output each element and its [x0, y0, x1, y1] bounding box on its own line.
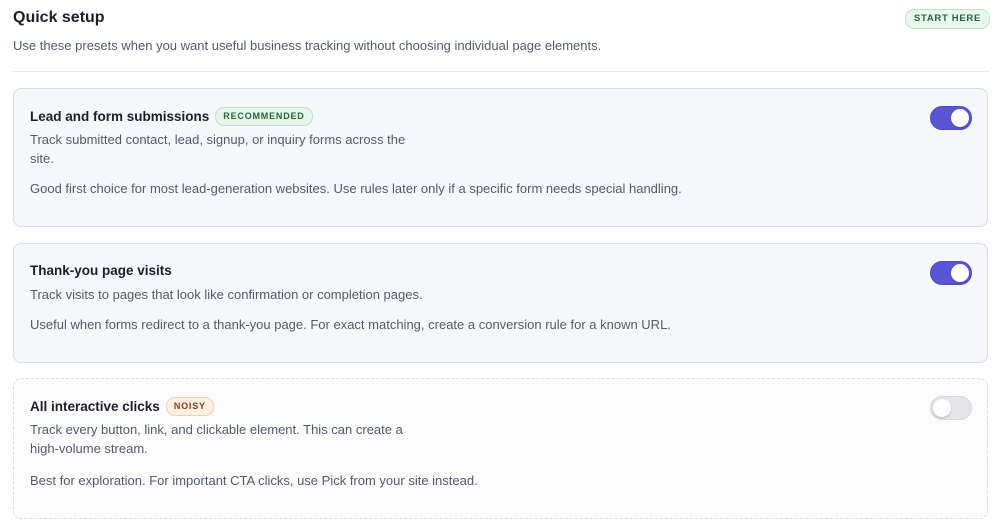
preset-title-row: Thank-you page visits: [30, 262, 172, 280]
toggle-knob: [951, 264, 969, 282]
preset-description-line: high-volume stream.: [30, 441, 148, 456]
preset-title-row: Lead and form submissions RECOMMENDED: [30, 107, 313, 126]
page-subtitle: Use these presets when you want useful b…: [13, 38, 602, 53]
preset-description-line: Track visits to pages that look like con…: [30, 287, 423, 302]
preset-title: Lead and form submissions: [30, 108, 210, 124]
preset-description: Track submitted contact, lead, signup, o…: [30, 130, 405, 168]
preset-title: Thank-you page visits: [30, 263, 172, 278]
preset-title-row: All interactive clicks NOISY: [30, 397, 214, 416]
start-here-badge: START HERE: [905, 9, 990, 29]
preset-description-line: Track submitted contact, lead, signup, o…: [30, 132, 406, 147]
preset-note: Best for exploration. For important CTA …: [30, 473, 478, 488]
preset-description: Track visits to pages that look like con…: [30, 285, 423, 304]
preset-card-thank-you: Thank-you page visits Track visits to pa…: [13, 243, 988, 363]
preset-note: Useful when forms redirect to a thank-yo…: [30, 317, 671, 332]
preset-card-lead-forms: Lead and form submissions RECOMMENDED Tr…: [13, 88, 988, 227]
preset-description-line: Track every button, link, and clickable …: [30, 422, 403, 437]
thank-you-toggle[interactable]: [930, 261, 972, 285]
preset-card-all-clicks: All interactive clicks NOISY Track every…: [13, 378, 988, 519]
all-clicks-toggle[interactable]: [930, 396, 972, 420]
preset-title: All interactive clicks: [30, 398, 160, 414]
header-divider: [13, 71, 990, 72]
page-title: Quick setup: [13, 9, 105, 26]
noisy-badge: NOISY: [165, 397, 214, 416]
toggle-knob: [933, 399, 951, 417]
preset-note: Good first choice for most lead-generati…: [30, 181, 682, 196]
preset-description: Track every button, link, and clickable …: [30, 420, 403, 458]
quick-setup-header: Quick setup START HERE Use these presets…: [13, 8, 990, 55]
preset-description-line: site.: [30, 151, 54, 166]
recommended-badge: RECOMMENDED: [215, 107, 313, 126]
toggle-knob: [951, 109, 969, 127]
lead-forms-toggle[interactable]: [930, 106, 972, 130]
